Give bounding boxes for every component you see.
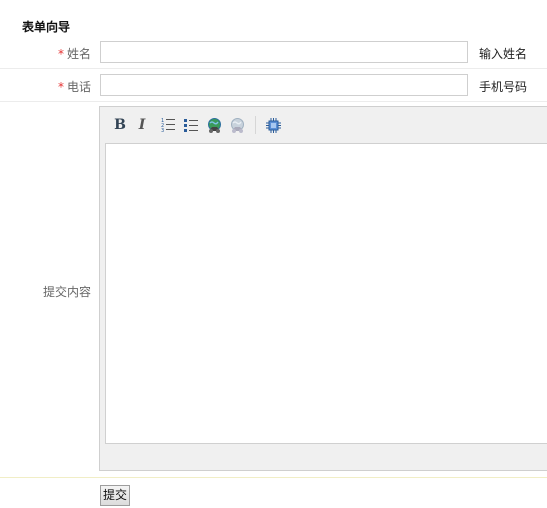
- bold-button[interactable]: B: [111, 116, 129, 134]
- unlink-globe-icon: [230, 117, 244, 133]
- phone-hint: 手机号码: [479, 80, 528, 94]
- content-label: 提交内容: [42, 285, 91, 299]
- rich-text-editor: B I 1 2 3: [99, 106, 547, 471]
- submit-button[interactable]: 提交: [100, 485, 131, 506]
- link-button[interactable]: [205, 116, 223, 134]
- row-divider: [0, 477, 547, 478]
- phone-input[interactable]: [100, 74, 468, 96]
- chip-icon: [265, 117, 281, 133]
- row-divider: [0, 101, 547, 102]
- unordered-list-button[interactable]: [182, 116, 200, 134]
- editor-toolbar: B I 1 2 3: [100, 107, 547, 143]
- form-title: 表单向导: [22, 20, 71, 34]
- required-mark: *: [57, 80, 64, 94]
- unlink-button[interactable]: [228, 116, 246, 134]
- editor-content-area[interactable]: [105, 143, 547, 444]
- italic-button[interactable]: I: [133, 116, 151, 134]
- ordered-list-button[interactable]: 1 2 3: [159, 116, 177, 134]
- toolbar-separator: [255, 116, 256, 134]
- name-label: * 姓名: [58, 45, 91, 62]
- unordered-list-icon: [184, 119, 198, 132]
- link-globe-icon: [207, 117, 221, 133]
- ordered-list-icon: 1 2 3: [161, 118, 175, 133]
- phone-label-text: 电话: [66, 80, 91, 94]
- source-button[interactable]: [264, 116, 282, 134]
- italic-icon: I: [138, 117, 146, 133]
- name-input[interactable]: [100, 41, 468, 63]
- required-mark: *: [57, 47, 64, 61]
- name-label-text: 姓名: [66, 47, 91, 61]
- row-divider: [0, 68, 547, 69]
- form-page: 表单向导 * 姓名 输入姓名 * 电话 手机号码 提交内容 B I 1 2 3 …: [0, 0, 547, 508]
- bold-icon: B: [114, 117, 126, 133]
- svg-text:3: 3: [161, 128, 164, 133]
- name-hint: 输入姓名: [479, 47, 528, 61]
- phone-label: * 电话: [58, 78, 91, 95]
